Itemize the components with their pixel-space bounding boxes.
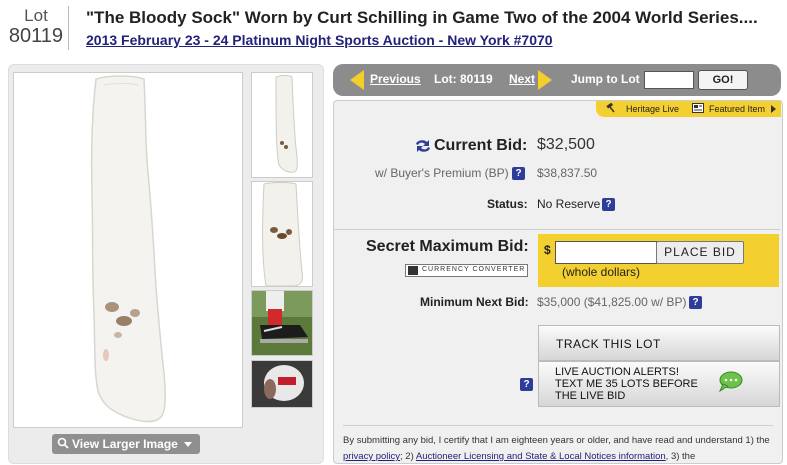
page-title: "The Bloody Sock" Worn by Curt Schilling… — [86, 8, 758, 27]
lot-label: Lot — [24, 6, 48, 25]
legal-text: , 3) the — [665, 451, 696, 462]
legal-text: By submitting any bid, I certify that I … — [343, 435, 770, 446]
thumbnail-red-sox-photo[interactable] — [251, 360, 313, 408]
thumbnail-sock-full[interactable] — [251, 72, 313, 178]
bid-amount-input[interactable] — [555, 241, 657, 264]
view-larger-label: View Larger Image — [72, 437, 178, 451]
next-arrow-icon[interactable] — [538, 70, 552, 90]
divider — [334, 229, 780, 230]
live-alerts-label: LIVE AUCTION ALERTS! TEXT ME 35 LOTS BEF… — [555, 366, 698, 402]
featured-item-tab[interactable]: Featured Item — [709, 104, 765, 114]
divider — [343, 425, 773, 426]
go-button[interactable]: GO! — [698, 70, 748, 90]
previous-link[interactable]: Previous — [370, 72, 421, 86]
track-lot-button[interactable]: TRACK THIS LOT — [538, 325, 780, 361]
alerts-line-3: THE LIVE BID — [555, 390, 626, 402]
help-icon[interactable]: ? — [602, 198, 615, 211]
status-label: Status: — [487, 197, 528, 211]
refresh-bid-icon[interactable] — [414, 138, 432, 154]
thumbnail-sock-detail[interactable] — [251, 181, 313, 287]
legal-notice: By submitting any bid, I certify that I … — [343, 433, 773, 465]
next-link[interactable]: Next — [509, 72, 535, 86]
currency-converter-button[interactable]: CURRENCY CONVERTER — [405, 264, 528, 277]
privacy-policy-link[interactable]: privacy policy — [343, 451, 400, 462]
chevron-down-icon — [184, 442, 192, 447]
thumbnail-cleat-photo[interactable] — [251, 290, 313, 356]
buyers-premium-value: $38,837.50 — [537, 166, 598, 180]
prev-arrow-icon[interactable] — [350, 70, 364, 90]
current-lot-indicator: Lot: 80119 — [434, 72, 493, 86]
currency-converter-label: CURRENCY CONVERTER — [422, 266, 526, 273]
alerts-line-2: TEXT ME 35 LOTS BEFORE — [555, 378, 698, 390]
jump-to-lot-input[interactable] — [644, 71, 694, 89]
heritage-live-tab[interactable]: Heritage Live — [626, 104, 679, 114]
view-larger-button[interactable]: View Larger Image — [52, 434, 200, 454]
dollar-sign: $ — [544, 243, 551, 257]
current-bid-label: Current Bid: — [434, 137, 528, 154]
alerts-line-1: LIVE AUCTION ALERTS! — [555, 366, 679, 378]
track-lot-label: TRACK THIS LOT — [556, 337, 661, 351]
magnifier-icon — [57, 437, 69, 449]
status-value: No Reserve — [537, 197, 601, 211]
whole-dollars-note: (whole dollars) — [562, 265, 641, 279]
legal-text: ; 2) — [400, 451, 416, 462]
chevron-right-icon — [771, 105, 776, 113]
help-icon[interactable]: ? — [689, 296, 702, 309]
current-bid-value: $32,500 — [537, 136, 595, 153]
help-icon[interactable]: ? — [520, 378, 533, 391]
featured-item-icon — [692, 103, 704, 113]
buyers-premium-label: w/ Buyer's Premium (BP) — [375, 166, 509, 180]
lot-number: 80119 — [8, 25, 64, 47]
licensing-link[interactable]: Auctioneer Licensing and State & Local N… — [416, 451, 666, 462]
min-next-bid-value: $35,000 ($41,825.00 w/ BP) — [537, 295, 687, 309]
place-bid-button[interactable]: PLACE BID — [656, 241, 744, 264]
secret-max-bid-label: Secret Maximum Bid: — [366, 238, 529, 255]
chat-bubble-icon — [719, 371, 743, 392]
live-alerts-button[interactable]: LIVE AUCTION ALERTS! TEXT ME 35 LOTS BEF… — [538, 361, 780, 407]
help-icon[interactable]: ? — [512, 167, 525, 180]
lot-number-box: Lot 80119 — [4, 6, 69, 50]
jump-to-lot-label: Jump to Lot — [571, 72, 640, 86]
currency-icon — [408, 266, 418, 275]
min-next-bid-label: Minimum Next Bid: — [420, 295, 529, 309]
gavel-icon — [606, 103, 615, 113]
main-lot-image[interactable] — [13, 72, 243, 428]
auction-link[interactable]: 2013 February 23 - 24 Platinum Night Spo… — [86, 32, 553, 48]
